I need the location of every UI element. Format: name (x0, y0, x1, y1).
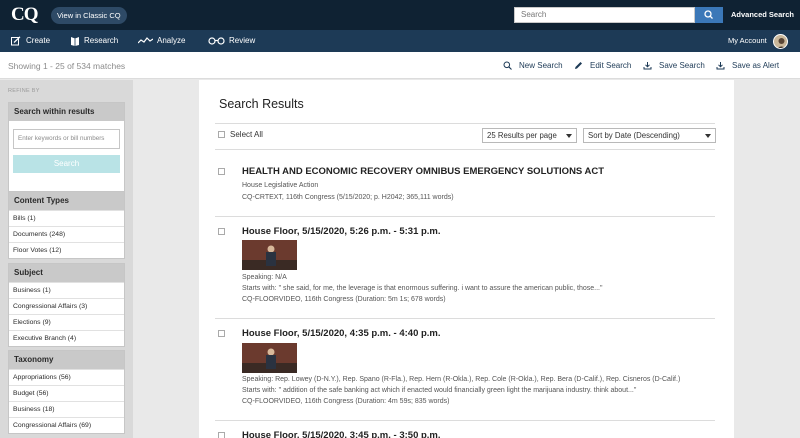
facet-item[interactable]: Executive Branch (4) (9, 330, 124, 346)
trend-icon (138, 37, 153, 44)
search-within-button[interactable]: Search (13, 155, 120, 173)
subject-title: Subject (9, 264, 124, 282)
book-icon (71, 37, 79, 46)
refine-sidebar: REFINE BY Search within results Enter ke… (0, 80, 133, 438)
new-search-label: New Search (519, 61, 563, 70)
content-types-title: Content Types (9, 192, 124, 210)
facet-item[interactable]: Documents (248) (9, 226, 124, 242)
select-all-checkbox[interactable] (218, 131, 225, 138)
speaker-image (242, 240, 297, 270)
result-checkbox[interactable] (218, 330, 225, 337)
chevron-down-icon (705, 134, 711, 138)
facet-item[interactable]: Budget (56) (9, 385, 124, 401)
edit-icon (11, 36, 21, 46)
taxonomy-title: Taxonomy (9, 351, 124, 369)
my-account-link[interactable]: My Account (728, 30, 767, 52)
main-nav: Create Research Analyze Review My Accoun… (0, 30, 800, 52)
refine-by-heading: REFINE BY (8, 88, 40, 94)
select-all-label: Select All (230, 130, 263, 139)
facet-item[interactable]: Elections (9) (9, 314, 124, 330)
edit-search-button[interactable]: Edit Search (575, 61, 632, 70)
chevron-down-icon (566, 134, 572, 138)
top-bar: CQ View in Classic CQ Search Advanced Se… (0, 0, 800, 30)
search-within-panel: Search within results Enter keywords or … (8, 102, 125, 204)
speaker-image (242, 343, 297, 373)
divider (215, 149, 715, 150)
result-meta: CQ-CRTEXT, 116th Congress (5/15/2020; p.… (242, 194, 454, 201)
results-per-page-value: 25 Results per page (487, 131, 557, 140)
search-within-input[interactable]: Enter keywords or bill numbers (13, 129, 120, 149)
divider (215, 123, 715, 124)
facet-item[interactable]: Congressional Affairs (3) (9, 298, 124, 314)
save-as-alert-button[interactable]: Save as Alert (716, 61, 780, 70)
result-checkbox[interactable] (218, 432, 225, 438)
search-icon (704, 10, 713, 19)
result-title-link[interactable]: House Floor, 5/15/2020, 5:26 p.m. - 5:31… (242, 226, 441, 237)
edit-search-label: Edit Search (590, 61, 632, 70)
pencil-icon (575, 62, 582, 69)
advanced-search-link[interactable]: Advanced Search (731, 10, 794, 19)
sort-value: Sort by Date (Descending) (588, 131, 680, 140)
taxonomy-panel: Taxonomy Appropriations (56) Budget (56)… (8, 350, 125, 434)
save-as-alert-label: Save as Alert (732, 61, 780, 70)
results-count: Showing 1 - 25 of 534 matches (8, 61, 126, 71)
divider (215, 420, 715, 421)
cq-logo[interactable]: CQ (11, 4, 38, 26)
result-meta: CQ-FLOORVIDEO, 116th Congress (Duration:… (242, 398, 450, 405)
nav-create-label: Create (26, 36, 51, 45)
nav-review-label: Review (229, 36, 256, 45)
facet-item[interactable]: Floor Votes (12) (9, 242, 124, 258)
divider (215, 216, 715, 217)
result-meta: Speaking: N/A (242, 274, 287, 281)
new-search-button[interactable]: New Search (503, 61, 563, 70)
result-title-link[interactable]: House Floor, 5/15/2020, 3:45 p.m. - 3:50… (242, 430, 441, 438)
facet-item[interactable]: Appropriations (56) (9, 369, 124, 385)
result-meta: Speaking: Rep. Lowey (D-N.Y.), Rep. Span… (242, 376, 681, 383)
avatar[interactable] (773, 34, 788, 49)
facet-item[interactable]: Congressional Affairs (69) (9, 417, 124, 433)
result-checkbox[interactable] (218, 228, 225, 235)
facet-item[interactable]: Bills (1) (9, 210, 124, 226)
glasses-icon (208, 37, 225, 45)
results-toolbar: Showing 1 - 25 of 534 matches New Search… (0, 52, 800, 79)
result-meta: Starts with: " she said, for me, the lev… (242, 285, 603, 292)
results-per-page-select[interactable]: 25 Results per page (482, 128, 577, 143)
result-meta: House Legislative Action (242, 182, 319, 189)
search-within-title: Search within results (9, 103, 124, 121)
view-classic-button[interactable]: View in Classic CQ (51, 7, 127, 24)
nav-analyze-label: Analyze (157, 36, 186, 45)
result-title-link[interactable]: House Floor, 5/15/2020, 4:35 p.m. - 4:40… (242, 328, 441, 339)
alert-icon (716, 62, 725, 70)
global-search-button[interactable] (695, 7, 723, 23)
save-search-label: Save Search (659, 61, 705, 70)
result-title-link[interactable]: HEALTH AND ECONOMIC RECOVERY OMNIBUS EME… (242, 166, 604, 177)
save-search-button[interactable]: Save Search (643, 61, 705, 70)
divider (215, 318, 715, 319)
facet-item[interactable]: Business (1) (9, 282, 124, 298)
facet-item[interactable]: Business (18) (9, 401, 124, 417)
subject-panel: Subject Business (1) Congressional Affai… (8, 263, 125, 347)
save-icon (643, 62, 652, 70)
search-icon (503, 61, 512, 70)
result-meta: Starts with: " addition of the safe bank… (242, 387, 637, 394)
video-thumbnail[interactable] (242, 343, 297, 373)
video-thumbnail[interactable] (242, 240, 297, 270)
nav-research-label: Research (84, 36, 119, 45)
result-checkbox[interactable] (218, 168, 225, 175)
sort-select[interactable]: Sort by Date (Descending) (583, 128, 716, 143)
page-title: Search Results (219, 97, 304, 111)
result-meta: CQ-FLOORVIDEO, 116th Congress (Duration:… (242, 296, 446, 303)
content-types-panel: Content Types Bills (1) Documents (248) … (8, 191, 125, 259)
global-search-input[interactable]: Search (514, 7, 695, 23)
results-panel: Search Results Select All 25 Results per… (199, 80, 734, 438)
